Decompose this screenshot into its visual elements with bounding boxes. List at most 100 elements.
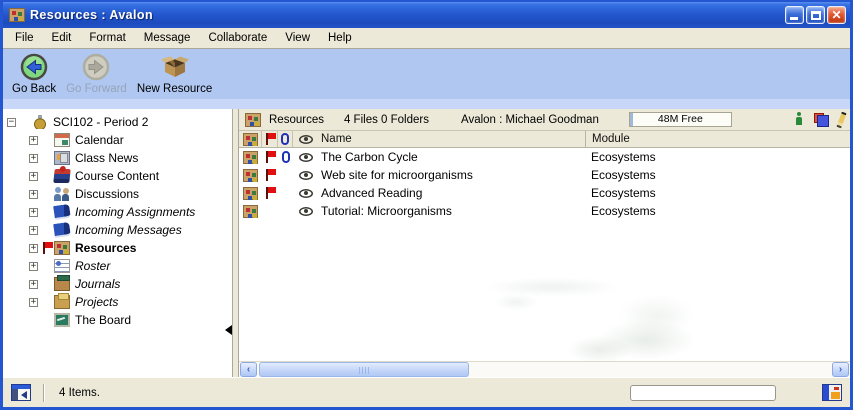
resource-row[interactable]: The Carbon Cycle Ecosystems	[239, 148, 850, 166]
expand-toggle[interactable]: +	[29, 280, 38, 289]
resource-row[interactable]: Web site for microorganisms Ecosystems	[239, 166, 850, 184]
tree-root-label: SCI102 - Period 2	[53, 115, 148, 129]
layout-icon[interactable]	[822, 384, 842, 401]
tree-item[interactable]: + Class News	[7, 149, 232, 167]
resource-row[interactable]: Tutorial: Microorganisms Ecosystems	[239, 202, 850, 220]
tree-item[interactable]: + Incoming Assignments	[7, 203, 232, 221]
expand-toggle[interactable]: +	[29, 226, 38, 235]
menu-file[interactable]: File	[6, 30, 43, 46]
new-resource-button[interactable]: New Resource	[134, 51, 215, 96]
title-bar[interactable]: Resources : Avalon ✕	[3, 2, 850, 28]
server-user: Avalon : Michael Goodman	[461, 114, 599, 126]
flag-slot	[18, 116, 32, 128]
expand-toggle[interactable]: +	[29, 136, 38, 145]
pencil-icon[interactable]	[836, 111, 846, 128]
menu-edit[interactable]: Edit	[43, 30, 81, 46]
panel-splitter[interactable]	[232, 109, 239, 377]
eye-icon	[299, 171, 313, 180]
background-watermark	[485, 266, 745, 361]
flag-icon	[264, 133, 276, 145]
collapse-arrow-icon[interactable]	[225, 325, 232, 335]
scroll-left-button[interactable]: ‹	[240, 362, 257, 377]
person-icon[interactable]	[794, 112, 804, 127]
resource-row[interactable]: Advanced Reading Ecosystems	[239, 184, 850, 202]
close-button[interactable]: ✕	[827, 6, 846, 24]
window-list-icon[interactable]	[11, 384, 31, 401]
menu-message[interactable]: Message	[135, 30, 200, 46]
menu-help[interactable]: Help	[319, 30, 361, 46]
column-viewed[interactable]	[293, 131, 318, 147]
close-icon: ✕	[828, 8, 845, 23]
tree-item-label: Projects	[75, 295, 118, 309]
menu-format[interactable]: Format	[80, 30, 134, 46]
books-icon	[53, 169, 70, 183]
column-flag[interactable]	[262, 131, 278, 147]
go-back-button[interactable]: Go Back	[9, 51, 59, 96]
flag-slot	[40, 260, 54, 272]
collapse-toggle[interactable]: −	[7, 118, 16, 127]
item-count: 4 Items.	[59, 387, 100, 399]
tree-item[interactable]: + Course Content	[7, 167, 232, 185]
column-item-icon[interactable]	[239, 131, 262, 147]
horizontal-scrollbar[interactable]: ‹ ›	[239, 361, 850, 377]
scrollbar-thumb[interactable]	[259, 362, 469, 377]
flag-slot	[40, 278, 54, 290]
menu-bar: File Edit Format Message Collaborate Vie…	[3, 28, 850, 49]
tree-items: + Calendar + Class News + Course Content…	[7, 131, 232, 329]
go-forward-button[interactable]: Go Forward	[63, 51, 130, 96]
journals-icon	[54, 277, 70, 291]
flag-slot	[40, 152, 54, 164]
course-tree-panel: − SCI102 - Period 2 + Calendar + Class N…	[3, 109, 232, 377]
tree-item[interactable]: + Discussions	[7, 185, 232, 203]
layers-icon[interactable]	[814, 113, 829, 127]
tree-root[interactable]: − SCI102 - Period 2	[7, 113, 232, 131]
expand-toggle[interactable]: +	[29, 172, 38, 181]
flag-slot	[40, 170, 54, 182]
flag-icon	[264, 151, 276, 163]
tree-item[interactable]: + Incoming Messages	[7, 221, 232, 239]
expand-toggle[interactable]: +	[29, 208, 38, 217]
go-forward-label: Go Forward	[66, 83, 127, 95]
scroll-right-button[interactable]: ›	[832, 362, 849, 377]
tree-item-label: Roster	[75, 259, 110, 273]
resource-module: Ecosystems	[585, 204, 850, 218]
inbook-icon	[53, 204, 71, 220]
minimize-button[interactable]	[785, 6, 804, 24]
maximize-icon	[811, 11, 821, 20]
flag-slot	[40, 242, 54, 254]
expand-toggle[interactable]: +	[29, 244, 38, 253]
app-icon	[9, 8, 25, 22]
toolbar-lower-strip	[3, 99, 850, 109]
expand-toggle[interactable]: +	[29, 262, 38, 271]
tree-item-label: Discussions	[75, 187, 139, 201]
tree-item[interactable]: + Calendar	[7, 131, 232, 149]
tree-item[interactable]: + Journals	[7, 275, 232, 293]
column-header: Name Module	[239, 131, 850, 148]
resource-name: Tutorial: Microorganisms	[318, 204, 585, 218]
column-name[interactable]: Name	[318, 133, 585, 145]
flag-icon	[264, 187, 276, 199]
tree-item[interactable]: + The Board	[7, 311, 232, 329]
eye-icon	[299, 135, 313, 144]
menu-view[interactable]: View	[276, 30, 319, 46]
paperclip-icon	[282, 151, 290, 163]
eye-icon	[299, 153, 313, 162]
column-attachment[interactable]	[278, 131, 293, 147]
menu-collaborate[interactable]: Collaborate	[199, 30, 276, 46]
tree-item[interactable]: + Resources	[7, 239, 232, 257]
resources-icon	[245, 113, 261, 127]
resource-module: Ecosystems	[585, 150, 850, 164]
column-module[interactable]: Module	[585, 131, 850, 147]
expand-toggle[interactable]: +	[29, 190, 38, 199]
free-space-gauge: 48M Free	[629, 112, 732, 127]
maximize-button[interactable]	[806, 6, 825, 24]
projects-icon	[54, 295, 70, 309]
toolbar: Go Back Go Forward New Resource	[3, 49, 850, 99]
panel-info-header: Resources 4 Files 0 Folders Avalon : Mic…	[239, 109, 850, 131]
tree-item[interactable]: + Projects	[7, 293, 232, 311]
status-bar: 4 Items.	[3, 377, 850, 407]
tree-item[interactable]: + Roster	[7, 257, 232, 275]
flask-icon	[32, 115, 48, 129]
expand-toggle[interactable]: +	[29, 298, 38, 307]
expand-toggle[interactable]: +	[29, 154, 38, 163]
